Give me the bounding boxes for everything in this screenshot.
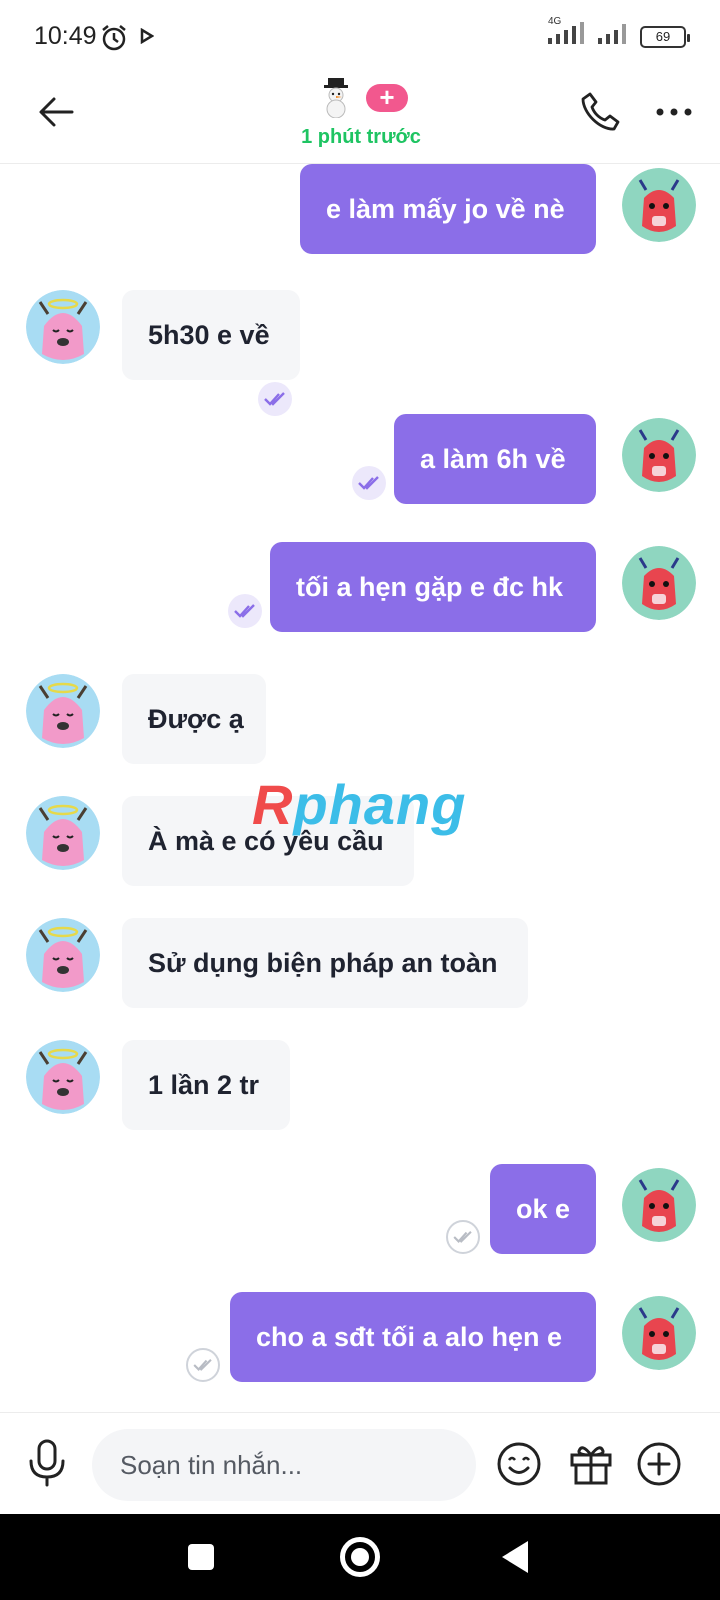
recent-apps-icon[interactable]: [188, 1544, 214, 1570]
watermark-first: R: [252, 773, 294, 836]
status-time: 10:49: [34, 22, 97, 50]
contact-avatar[interactable]: [26, 1040, 100, 1114]
message-bubble[interactable]: 1 lần 2 tr: [122, 1040, 290, 1130]
message-bubble[interactable]: e làm mấy jo về nè: [300, 164, 596, 254]
chat-header: + 1 phút trước: [0, 72, 720, 164]
home-icon[interactable]: [340, 1537, 380, 1577]
alarm-icon: [100, 24, 128, 57]
network-label: 4G: [548, 16, 562, 27]
sent-receipt-icon: [446, 1220, 480, 1254]
contact-avatar[interactable]: [26, 918, 100, 992]
add-attachment-button[interactable]: [636, 1441, 682, 1487]
emoji-icon: [497, 1442, 541, 1486]
message-bubble[interactable]: Được ạ: [122, 674, 266, 764]
read-receipt-icon: [228, 594, 262, 628]
signal-icon-2: [596, 22, 632, 51]
contact-avatar[interactable]: [26, 290, 100, 364]
message-bubble[interactable]: 5h30 e về: [122, 290, 300, 380]
last-seen-status: 1 phút trước: [301, 126, 421, 148]
phone-icon: [581, 92, 620, 131]
status-bar: 10:49 4G 69: [0, 0, 720, 72]
message-bubble[interactable]: tối a hẹn gặp e đc hk: [270, 542, 596, 632]
microphone-icon: [29, 1439, 65, 1487]
plus-badge: +: [366, 84, 408, 112]
back-button[interactable]: [34, 90, 78, 134]
gift-icon: [570, 1446, 612, 1485]
play-icon: [140, 27, 155, 49]
more-dots-icon: [656, 108, 692, 116]
more-options-button[interactable]: [652, 94, 696, 130]
message-bubble[interactable]: a làm 6h về: [394, 414, 596, 504]
contact-avatar[interactable]: [26, 796, 100, 870]
watermark-rest: phang: [293, 773, 467, 836]
my-avatar[interactable]: [622, 418, 696, 492]
arrow-left-icon: [39, 97, 74, 127]
message-bubble[interactable]: ok e: [490, 1164, 596, 1254]
read-receipt-icon: [258, 382, 292, 416]
read-receipt-icon: [352, 466, 386, 500]
battery-icon: 69: [640, 25, 690, 48]
message-bubble[interactable]: Sử dụng biện pháp an toàn: [122, 918, 528, 1008]
my-avatar[interactable]: [622, 1168, 696, 1242]
system-nav-bar: [0, 1514, 720, 1600]
microphone-button[interactable]: [26, 1439, 68, 1487]
contact-avatar[interactable]: [26, 674, 100, 748]
emoji-button[interactable]: [496, 1441, 542, 1487]
message-input-wrapper: [92, 1429, 476, 1501]
my-avatar[interactable]: [622, 546, 696, 620]
my-avatar[interactable]: [622, 1296, 696, 1370]
message-bubble[interactable]: cho a sđt tối a alo hẹn e: [230, 1292, 596, 1382]
message-input[interactable]: [92, 1429, 476, 1501]
snowman-icon: [318, 78, 354, 119]
nav-back-icon[interactable]: [502, 1541, 528, 1573]
message-composer: [0, 1412, 720, 1514]
watermark-logo: Rphang: [252, 772, 466, 837]
sent-receipt-icon: [186, 1348, 220, 1382]
call-button[interactable]: [578, 90, 622, 134]
signal-icon: 4G: [546, 16, 588, 51]
my-avatar[interactable]: [622, 168, 696, 242]
plus-circle-icon: [637, 1442, 681, 1486]
gift-button[interactable]: [568, 1441, 614, 1487]
